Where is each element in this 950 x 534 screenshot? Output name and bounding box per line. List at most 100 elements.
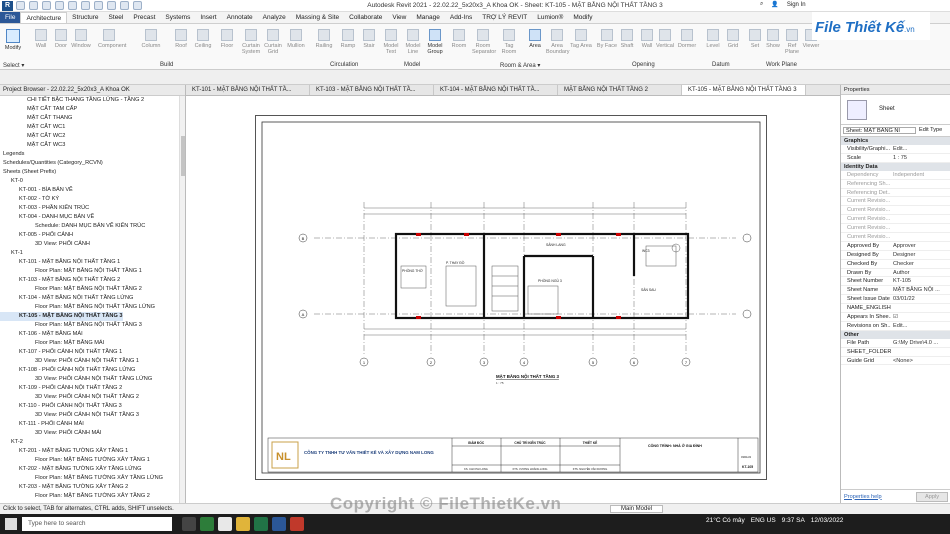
model-selector[interactable]: Main Model [610, 505, 664, 513]
browser-item[interactable]: 3D View: PHỐI CẢNH MÁI [0, 429, 101, 438]
ribbon-tab-16[interactable]: Modify [568, 12, 597, 23]
tool-21[interactable]: Area [524, 27, 546, 65]
tool-8[interactable]: Floor [216, 27, 238, 65]
property-row[interactable]: Sheet Name MẶT BẰNG NỘI ... [841, 286, 950, 296]
tool-7[interactable]: Ceiling [192, 27, 214, 65]
tool-24[interactable]: By Face [596, 27, 618, 65]
browser-item[interactable]: KT-203 - MẶT BẰNG TƯỜNG XÂY TẦNG 2 [0, 483, 128, 492]
browser-item[interactable]: KT-111 - PHỐI CẢNH MÁI [0, 420, 84, 429]
browser-item[interactable]: KT-103 - MẶT BẰNG NỘI THẤT TẦNG 2 [0, 276, 120, 285]
app-icon-1[interactable] [200, 517, 214, 531]
property-value[interactable]: 03/01/22 [891, 295, 950, 303]
property-value[interactable] [891, 206, 950, 214]
property-row[interactable]: Dependency Independent [841, 171, 950, 180]
property-value[interactable] [891, 304, 950, 312]
browser-item[interactable]: Schedule: DANH MỤC BẢN VẼ KIẾN TRÚC [0, 222, 145, 231]
tool-13[interactable]: Ramp [337, 27, 359, 65]
property-row[interactable]: NAME_ENGLISH [841, 304, 950, 314]
property-value[interactable]: Edit... [891, 145, 950, 153]
browser-item[interactable]: KT-2 [0, 438, 23, 447]
ribbon-tab-4[interactable]: Precast [128, 12, 160, 23]
browser-item[interactable]: KT-003 - PHẦN KIẾN TRÚC [0, 204, 89, 213]
ribbon-panel-label[interactable]: Build [160, 62, 173, 68]
sheet-frame[interactable]: B A 1 2 3 4 5 6 7 PHÒNG THỜ P. THAY ĐỒ P… [255, 115, 767, 480]
browser-item[interactable]: KT-108 - PHỐI CẢNH NỘI THẤT TẦNG LỬNG [0, 366, 135, 375]
apply-button[interactable]: Apply [916, 491, 948, 502]
browser-item[interactable]: Legends [0, 150, 24, 159]
tool-20[interactable]: Tag Room [498, 27, 520, 65]
ribbon-tab-8[interactable]: Analyze [258, 12, 291, 23]
browser-item[interactable]: KT-106 - MẶT BẰNG MÁI [0, 330, 83, 339]
tool-14[interactable]: Stair [358, 27, 380, 65]
ribbon-tab-2[interactable]: Structure [67, 12, 103, 23]
property-value[interactable]: KT-105 [891, 277, 950, 285]
tool-2[interactable]: Door [50, 27, 72, 65]
tool-15[interactable]: Model Text [380, 27, 402, 65]
property-row[interactable]: Approved By Approver [841, 242, 950, 251]
property-value[interactable]: MẶT BẰNG NỘI ... [891, 286, 950, 294]
browser-item[interactable]: KT-1 [0, 249, 23, 258]
browser-item[interactable]: 3D View: PHỐI CẢNH NỘI THẤT TẦNG 2 [0, 393, 139, 402]
browser-item[interactable]: MẶT CẮT THANG [0, 114, 72, 123]
ribbon-tab-9[interactable]: Massing & Site [291, 12, 344, 23]
property-row[interactable]: Current Revisio... [841, 233, 950, 242]
property-value[interactable] [891, 348, 950, 356]
sign-in-link[interactable]: Sign In [787, 2, 806, 8]
browser-item[interactable]: 3D View: PHỐI CẢNH NỘI THẤT TẦNG 3 [0, 411, 139, 420]
browser-item[interactable]: MẶT CẮT WC3 [0, 141, 65, 150]
tool-4[interactable]: Component [98, 27, 126, 65]
user-icon[interactable]: 👤 [771, 1, 778, 8]
property-row[interactable]: SHEET_FOLDER [841, 348, 950, 357]
property-row[interactable]: Visibility/Graphi... Edit... [841, 145, 950, 154]
browser-item[interactable]: KT-0 [0, 177, 23, 186]
ribbon-tab-10[interactable]: Collaborate [344, 12, 387, 23]
tool-18[interactable]: Room [448, 27, 470, 65]
save-icon[interactable] [29, 1, 38, 10]
browser-item[interactable]: MẶT CẮT WC2 [0, 132, 65, 141]
edit-type-button[interactable]: Edit Type [916, 127, 948, 134]
property-row[interactable]: File Path G:\My Drive\4.0 ... [841, 339, 950, 348]
revit-logo[interactable]: R [2, 1, 13, 11]
property-row[interactable]: Appears In Shee... ☑ [841, 313, 950, 322]
browser-item[interactable]: Floor Plan: MẶT BẰNG MÁI [0, 339, 104, 348]
3d-view-icon[interactable] [107, 1, 116, 10]
tool-9[interactable]: Curtain System [240, 27, 262, 65]
tool-23[interactable]: Tag Area [570, 27, 592, 65]
view-tab[interactable]: KT-104 - MẶT BẰNG NỘI THẤT TẦ... [434, 85, 558, 95]
property-row[interactable]: Referencing Det... [841, 189, 950, 198]
browser-item[interactable]: Sheets (Sheet Prefix) [0, 168, 56, 177]
tool-16[interactable]: Model Line [402, 27, 424, 65]
revit-taskbar-icon[interactable] [272, 517, 286, 531]
type-selector[interactable]: Sheet: MẶT BẰNG NI [843, 127, 916, 134]
properties-help-link[interactable]: Properties help [844, 494, 882, 500]
browser-item[interactable]: Floor Plan: MẶT BẰNG TƯỜNG XÂY TẦNG 2 [0, 492, 150, 501]
property-row[interactable]: Current Revisio... [841, 224, 950, 234]
text-icon[interactable] [94, 1, 103, 10]
property-value[interactable]: Edit... [891, 322, 950, 330]
view-tab[interactable]: MẶT BẰNG NỘI THẤT TẦNG 2 [558, 85, 682, 95]
tool-22[interactable]: Area Boundary [546, 27, 570, 65]
ribbon-panel-label[interactable]: Room & Area ▾ [500, 62, 540, 69]
tool-5[interactable]: Column [140, 27, 162, 65]
property-value[interactable] [891, 233, 950, 241]
ribbon-tab-6[interactable]: Insert [195, 12, 221, 23]
excel-icon[interactable] [254, 517, 268, 531]
task-view-icon[interactable] [182, 517, 196, 531]
clock-time[interactable]: 9:37 SA [782, 517, 805, 524]
ribbon-tab-1[interactable]: Architecture [20, 12, 68, 23]
browser-item[interactable]: KT-107 - PHỐI CẢNH NỘI THẤT TẦNG 1 [0, 348, 122, 357]
tool-17[interactable]: Model Group [424, 27, 446, 65]
tool-28[interactable]: Dormer [676, 27, 698, 65]
tool-6[interactable]: Roof [170, 27, 192, 65]
weather-text[interactable]: 21°C Có mây [706, 517, 745, 524]
property-value[interactable]: Approver [891, 242, 950, 250]
ribbon-tab-12[interactable]: Manage [411, 12, 445, 23]
tool-29[interactable]: Level [702, 27, 724, 65]
property-value[interactable]: 1 : 75 [891, 154, 950, 162]
browser-item[interactable]: KT-104 - MẶT BẰNG NỘI THẤT TẦNG LỬNG [0, 294, 133, 303]
measure-icon[interactable] [81, 1, 90, 10]
tool-10[interactable]: Curtain Grid [262, 27, 284, 65]
property-row[interactable]: Sheet Issue Date 03/01/22 [841, 295, 950, 305]
ribbon-tab-3[interactable]: Steel [104, 12, 129, 23]
property-value[interactable] [891, 215, 950, 223]
